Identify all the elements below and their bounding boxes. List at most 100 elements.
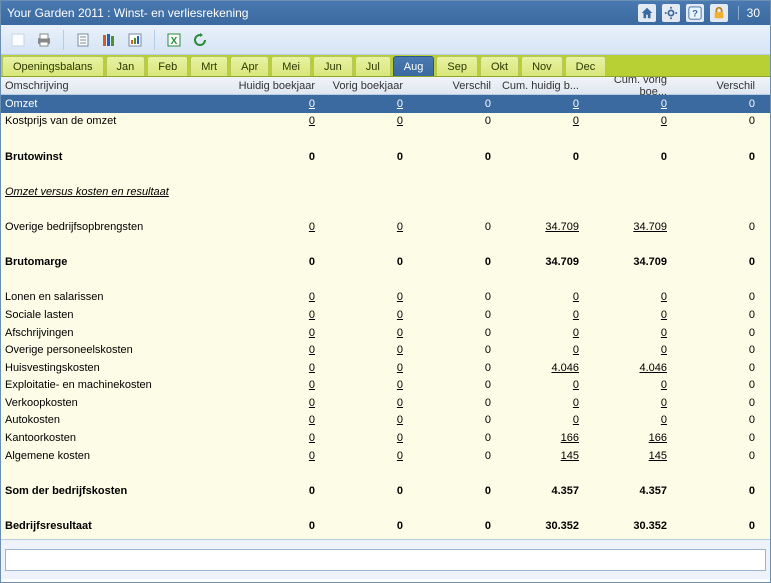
row-val: 0 xyxy=(321,397,409,409)
row-val: 4.357 xyxy=(585,485,673,497)
tab-sep[interactable]: Sep xyxy=(436,56,478,76)
row-val: 0 xyxy=(409,309,497,321)
bottom-strip xyxy=(1,539,770,579)
row-val: 34.709 xyxy=(585,221,673,233)
row-val: 0 xyxy=(233,432,321,444)
col-header-6[interactable]: Verschil xyxy=(673,80,761,92)
row-desc: Som der bedrijfskosten xyxy=(1,485,233,497)
row-val: 0 xyxy=(233,397,321,409)
tab-mrt[interactable]: Mrt xyxy=(190,56,228,76)
report-icon[interactable] xyxy=(124,29,146,51)
tab-label: Apr xyxy=(241,61,258,73)
col-header-5[interactable]: Cum. vorig boe... xyxy=(585,77,673,98)
table-row[interactable]: Algemene kosten0001451450 xyxy=(1,447,770,465)
row-val: 0 xyxy=(585,291,673,303)
section-row[interactable]: Omzet versus kosten en resultaat xyxy=(1,183,770,201)
row-val: 0 xyxy=(497,379,585,391)
col-header-desc[interactable]: Omschrijving xyxy=(1,80,233,92)
tab-nov[interactable]: Nov xyxy=(521,56,563,76)
col-header-1[interactable]: Huidig boekjaar xyxy=(233,80,321,92)
row-val: 0 xyxy=(233,450,321,462)
gear-icon[interactable] xyxy=(662,4,680,22)
table-row[interactable]: Sociale lasten000000 xyxy=(1,306,770,324)
row-val: 0 xyxy=(673,98,761,110)
row-val: 34.709 xyxy=(585,256,673,268)
lock-icon[interactable] xyxy=(710,4,728,22)
table-row[interactable]: Kantoorkosten0001661660 xyxy=(1,429,770,447)
tab-jul[interactable]: Jul xyxy=(355,56,391,76)
row-val: 0 xyxy=(409,432,497,444)
new-icon[interactable] xyxy=(7,29,29,51)
excel-icon[interactable]: X xyxy=(163,29,185,51)
table-row[interactable]: Som der bedrijfskosten0004.3574.3570 xyxy=(1,482,770,500)
row-val: 0 xyxy=(409,414,497,426)
col-header-3[interactable]: Verschil xyxy=(409,80,497,92)
toolbar: X xyxy=(1,25,770,55)
refresh-icon[interactable] xyxy=(189,29,211,51)
row-val: 0 xyxy=(673,327,761,339)
row-val: 0 xyxy=(233,115,321,127)
table-row[interactable]: Omzet000000 xyxy=(1,95,770,113)
spacer-row xyxy=(1,271,770,289)
table-row[interactable]: Overige personeelskosten000000 xyxy=(1,341,770,359)
help-icon[interactable]: ? xyxy=(686,4,704,22)
table-row[interactable]: Huisvestingskosten0004.0464.0460 xyxy=(1,359,770,377)
filter-input[interactable] xyxy=(5,549,766,571)
row-val: 0 xyxy=(409,98,497,110)
table-row[interactable]: Kostprijs van de omzet000000 xyxy=(1,113,770,131)
row-val: 0 xyxy=(321,362,409,374)
titlebar-icons: ? 30 xyxy=(638,4,764,22)
row-val: 0 xyxy=(673,432,761,444)
table-row[interactable]: Bedrijfsresultaat00030.35230.3520 xyxy=(1,517,770,535)
row-val: 0 xyxy=(673,344,761,356)
tab-okt[interactable]: Okt xyxy=(480,56,519,76)
row-val: 0 xyxy=(233,485,321,497)
table-row[interactable]: Brutomarge00034.70934.7090 xyxy=(1,253,770,271)
row-val: 0 xyxy=(497,397,585,409)
grid-header: Omschrijving Huidig boekjaar Vorig boekj… xyxy=(1,77,770,95)
row-val: 0 xyxy=(497,151,585,163)
tab-aug[interactable]: Aug xyxy=(393,56,435,76)
row-val: 0 xyxy=(673,414,761,426)
row-val: 0 xyxy=(321,309,409,321)
spacer-row xyxy=(1,464,770,482)
row-desc: Afschrijvingen xyxy=(1,327,233,339)
table-row[interactable]: Autokosten000000 xyxy=(1,412,770,430)
row-val: 0 xyxy=(233,256,321,268)
table-row[interactable]: Exploitatie- en machinekosten000000 xyxy=(1,377,770,395)
spacer-row xyxy=(1,500,770,518)
tab-label: Sep xyxy=(447,61,467,73)
tab-mei[interactable]: Mei xyxy=(271,56,311,76)
table-row[interactable]: Verkoopkosten000000 xyxy=(1,394,770,412)
table-row[interactable]: Afschrijvingen000000 xyxy=(1,324,770,342)
table-row[interactable]: Brutowinst000000 xyxy=(1,148,770,166)
home-icon[interactable] xyxy=(638,4,656,22)
row-val: 0 xyxy=(497,98,585,110)
row-desc: Lonen en salarissen xyxy=(1,291,233,303)
document-icon[interactable] xyxy=(72,29,94,51)
tab-jan[interactable]: Jan xyxy=(106,56,146,76)
row-desc: Brutowinst xyxy=(1,151,233,163)
tab-jun[interactable]: Jun xyxy=(313,56,353,76)
tab-openingsbalans[interactable]: Openingsbalans xyxy=(2,56,104,76)
tab-label: Mei xyxy=(282,61,300,73)
table-row[interactable]: Lonen en salarissen000000 xyxy=(1,289,770,307)
row-val: 34.709 xyxy=(497,221,585,233)
row-desc: Algemene kosten xyxy=(1,450,233,462)
row-val: 0 xyxy=(321,520,409,532)
col-header-4[interactable]: Cum. huidig b... xyxy=(497,80,585,92)
row-val: 0 xyxy=(673,291,761,303)
tab-dec[interactable]: Dec xyxy=(565,56,607,76)
row-val: 0 xyxy=(585,327,673,339)
separator xyxy=(154,30,155,50)
row-val: 0 xyxy=(409,450,497,462)
tab-label: Aug xyxy=(404,61,424,73)
print-icon[interactable] xyxy=(33,29,55,51)
col-header-2[interactable]: Vorig boekjaar xyxy=(321,80,409,92)
svg-text:X: X xyxy=(171,36,178,47)
tab-feb[interactable]: Feb xyxy=(147,56,188,76)
books-icon[interactable] xyxy=(98,29,120,51)
row-val: 0 xyxy=(321,291,409,303)
table-row[interactable]: Overige bedrijfsopbrengsten00034.70934.7… xyxy=(1,218,770,236)
tab-apr[interactable]: Apr xyxy=(230,56,269,76)
